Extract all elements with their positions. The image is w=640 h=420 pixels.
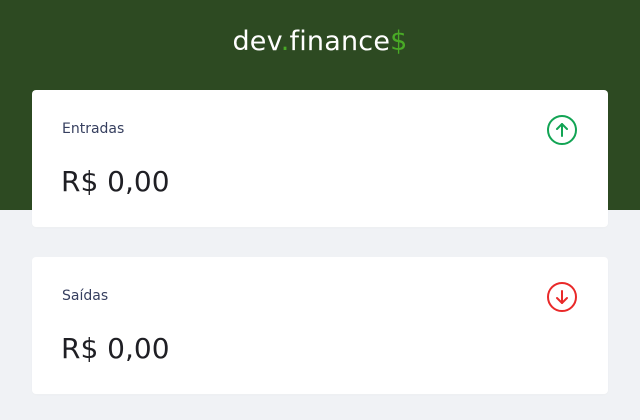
logo-dollar: $ [390,26,408,57]
expense-card-value: R$ 0,00 [61,332,170,365]
expense-card: Saídas R$ 0,00 [32,257,608,394]
logo-part-dev: dev [232,26,281,57]
arrow-up-circle-icon [547,115,577,145]
app-logo: dev.finance$ [0,24,640,60]
income-card-value: R$ 0,00 [61,165,170,198]
logo-dot: . [280,26,290,57]
expense-card-label: Saídas [62,288,109,304]
income-card: Entradas R$ 0,00 [32,90,608,227]
logo-part-finance: finance [289,26,391,57]
income-card-label: Entradas [62,121,125,137]
arrow-down-circle-icon [547,282,577,312]
